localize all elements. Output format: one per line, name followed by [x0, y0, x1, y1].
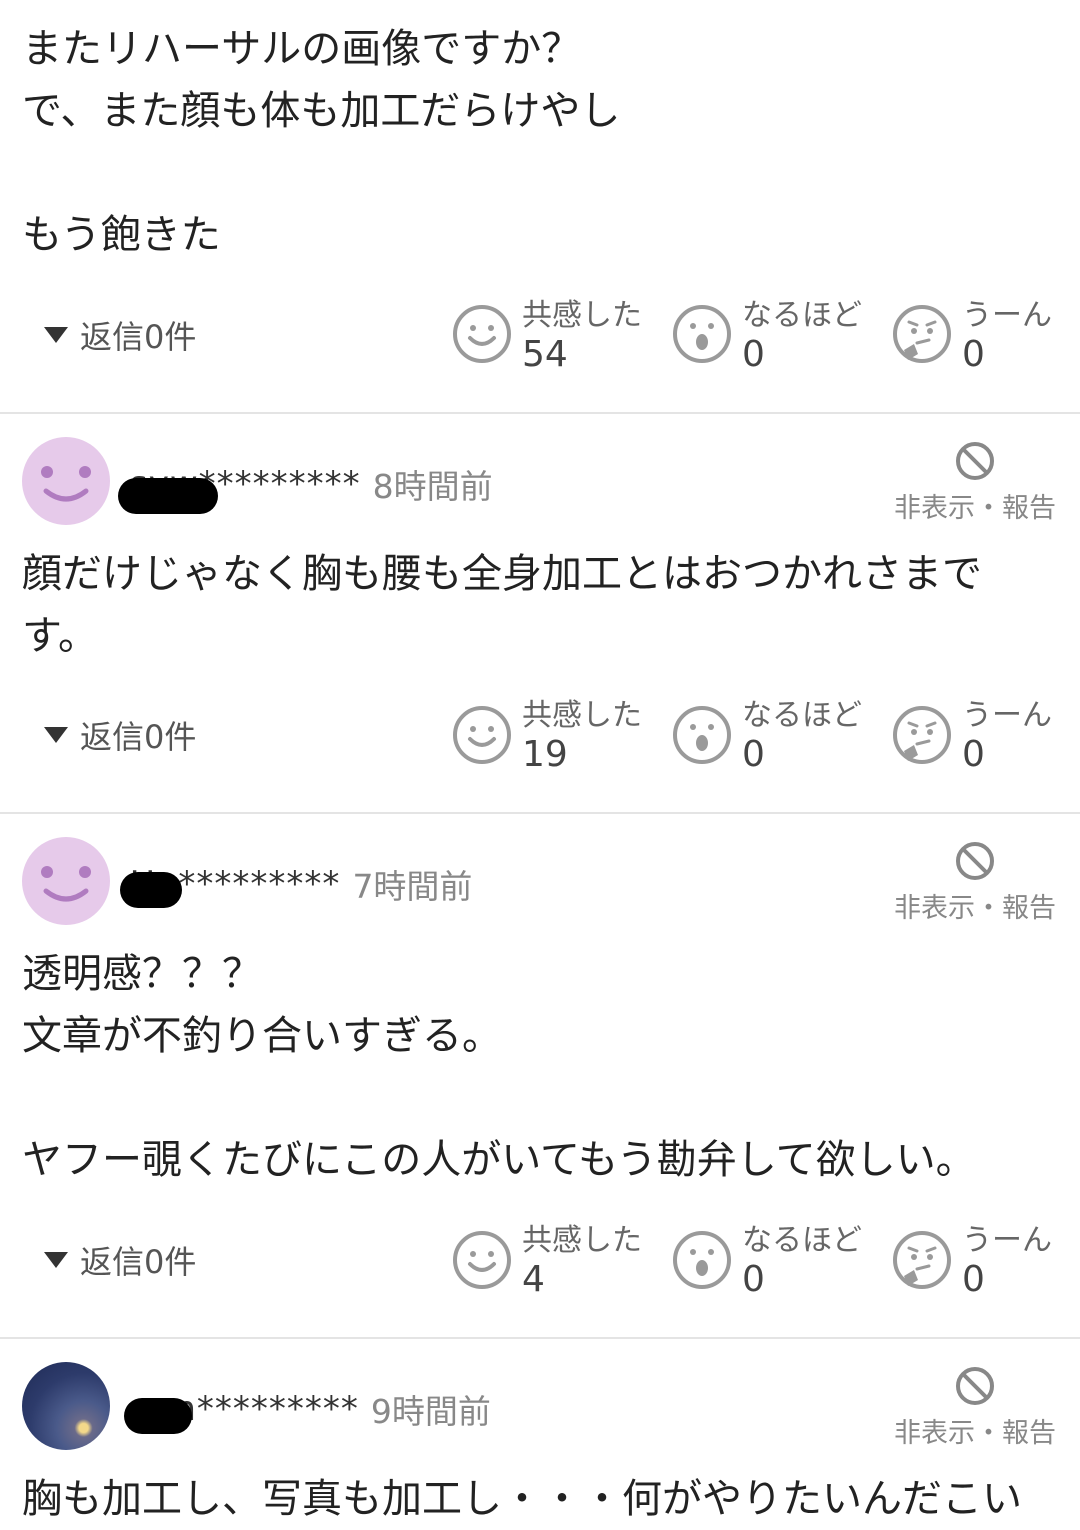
reply-count: 返信0件	[80, 318, 197, 356]
thinking-face-icon	[893, 1231, 951, 1289]
naruhodo-reaction-button[interactable]	[672, 304, 732, 368]
thinking-face-icon	[893, 706, 951, 764]
surprised-face-icon	[673, 305, 731, 363]
uun-label: うーん	[962, 698, 1052, 733]
avatar[interactable]	[22, 1362, 110, 1450]
avatar[interactable]	[22, 437, 110, 525]
uun-count: 0	[962, 1259, 985, 1300]
kyokan-label: 共感した	[522, 1223, 642, 1258]
reply-toggle[interactable]: 返信0件	[44, 712, 196, 758]
reply-toggle[interactable]: 返信0件	[44, 1237, 196, 1283]
time-ago: 7時間前	[352, 867, 473, 906]
uun-label: うーん	[962, 298, 1052, 333]
thinking-face-icon	[893, 305, 951, 363]
hide-report-button[interactable]: 非表示・報告	[890, 440, 1060, 525]
naruhodo-label: なるほど	[742, 298, 862, 333]
surprised-face-icon	[673, 706, 731, 764]
triangle-down-icon	[44, 327, 68, 343]
time-ago: 8時間前	[372, 467, 493, 506]
reply-toggle[interactable]: 返信0件	[44, 312, 196, 358]
triangle-down-icon	[44, 1252, 68, 1268]
kyokan-reaction-button[interactable]	[452, 1230, 512, 1294]
reply-count: 返信0件	[80, 718, 197, 756]
ban-icon	[956, 442, 994, 480]
hide-report-label: 非表示・報告	[894, 1418, 1056, 1449]
comment-body: またリハーサルの画像ですか？ で、また顔も体も加工だらけやし もう飽きた	[22, 26, 621, 258]
divider	[0, 812, 1080, 814]
kyokan-reaction-button[interactable]	[452, 304, 512, 368]
username-redaction	[124, 1398, 192, 1434]
divider	[0, 412, 1080, 414]
username-redaction	[118, 478, 218, 514]
smile-face-icon	[453, 1231, 511, 1289]
avatar[interactable]	[22, 837, 110, 925]
naruhodo-count: 0	[742, 334, 765, 375]
smile-avatar-icon	[41, 466, 91, 502]
naruhodo-reaction-button[interactable]	[672, 705, 732, 769]
kyokan-count: 54	[522, 334, 568, 375]
kyokan-count: 19	[522, 734, 568, 775]
hide-report-label: 非表示・報告	[894, 893, 1056, 924]
uun-reaction-button[interactable]	[892, 304, 952, 368]
uun-count: 0	[962, 334, 985, 375]
naruhodo-count: 0	[742, 734, 765, 775]
smile-face-icon	[453, 706, 511, 764]
uun-reaction-button[interactable]	[892, 1230, 952, 1294]
reply-count: 返信0件	[80, 1243, 197, 1281]
uun-label: うーん	[962, 1223, 1052, 1258]
ban-icon	[956, 842, 994, 880]
time-ago: 9時間前	[370, 1392, 491, 1431]
smile-avatar-icon	[41, 866, 91, 902]
uun-reaction-button[interactable]	[892, 705, 952, 769]
uun-count: 0	[962, 734, 985, 775]
hide-report-button[interactable]: 非表示・報告	[890, 840, 1060, 925]
hide-report-label: 非表示・報告	[894, 493, 1056, 524]
comment-body: 顔だけじゃなく胸も腰も全身加工とはおつかれさまで す。	[22, 551, 982, 659]
naruhodo-label: なるほど	[742, 698, 862, 733]
surprised-face-icon	[673, 1231, 731, 1289]
comment-body: 透明感？？？ 文章が不釣り合いすぎる。 ヤフー覗くたびにこの人がいてもう勘弁して…	[22, 951, 976, 1183]
triangle-down-icon	[44, 727, 68, 743]
smile-face-icon	[453, 305, 511, 363]
hide-report-button[interactable]: 非表示・報告	[890, 1365, 1060, 1450]
kyokan-reaction-button[interactable]	[452, 705, 512, 769]
divider	[0, 1337, 1080, 1339]
naruhodo-label: なるほど	[742, 1223, 862, 1258]
comment-header: Uu********* 7時間前	[130, 860, 472, 908]
comment-body: 胸も加工し、写真も加工し・・・何がやりたいんだこい	[22, 1476, 1022, 1522]
kyokan-count: 4	[522, 1259, 545, 1300]
kyokan-label: 共感した	[522, 698, 642, 733]
naruhodo-count: 0	[742, 1259, 765, 1300]
username-redaction	[120, 872, 182, 908]
kyokan-label: 共感した	[522, 298, 642, 333]
naruhodo-reaction-button[interactable]	[672, 1230, 732, 1294]
ban-icon	[956, 1367, 994, 1405]
